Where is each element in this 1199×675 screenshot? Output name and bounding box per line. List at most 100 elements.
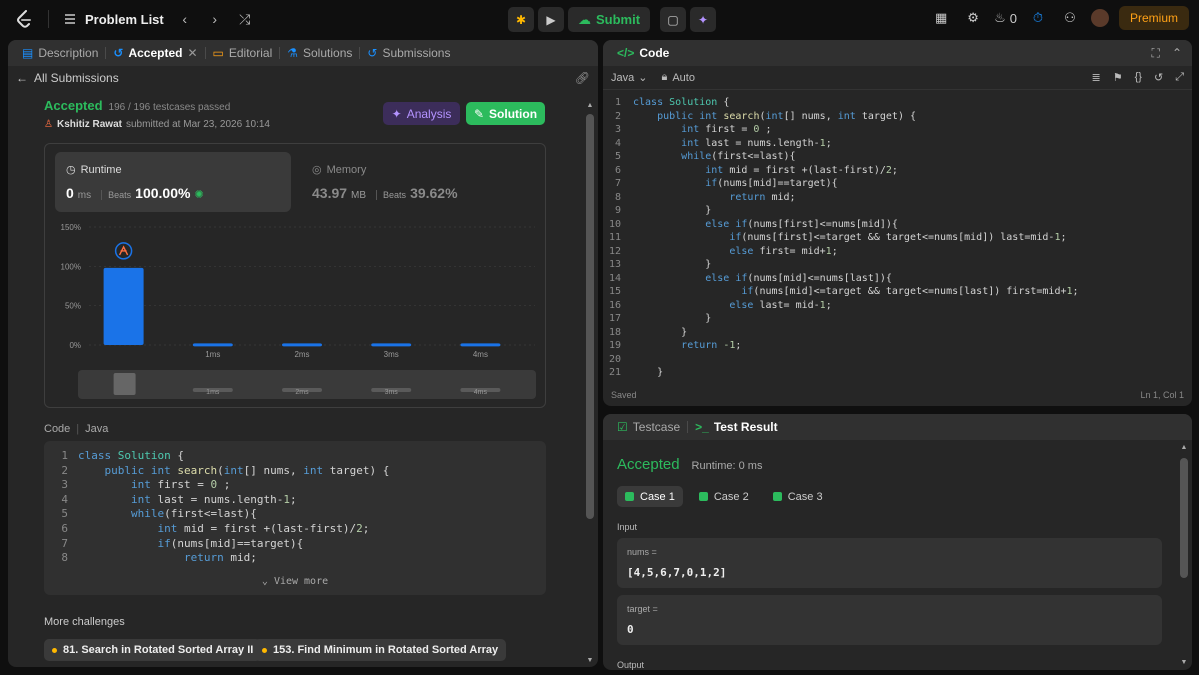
- timer-icon[interactable]: ⏱: [1027, 6, 1049, 30]
- code-line: 4 int last = nums.length-1;: [44, 493, 546, 508]
- code-line: 17 }: [603, 312, 1192, 326]
- streak-counter[interactable]: ♨ 0: [994, 6, 1017, 30]
- party-icon: ✺: [194, 189, 204, 201]
- all-submissions-link[interactable]: ← All Submissions 🔗︎: [8, 66, 598, 90]
- divider: [204, 47, 206, 59]
- code-title: Code: [639, 46, 670, 60]
- notes-button[interactable]: ▢: [660, 7, 687, 32]
- line-number: 16: [608, 299, 621, 311]
- scroll-up-icon[interactable]: ▲: [1180, 444, 1188, 451]
- language-value: Java: [611, 71, 635, 84]
- input-box[interactable]: target = 0: [617, 595, 1162, 645]
- line-text: }: [633, 326, 688, 338]
- reset-icon[interactable]: ↺: [1154, 71, 1163, 84]
- overview-bar: [113, 373, 136, 395]
- fullscreen-icon[interactable]: ⤢: [1175, 71, 1184, 84]
- run-button[interactable]: ▶: [538, 7, 564, 32]
- input-label: Input: [617, 522, 638, 532]
- layout-icon[interactable]: ▦: [930, 6, 952, 30]
- braces-icon[interactable]: {}: [1135, 71, 1142, 84]
- debug-button[interactable]: ✱: [508, 7, 534, 32]
- runtime-card[interactable]: ◷ Runtime 0 ms Beats 100.00% ✺: [55, 152, 291, 212]
- submit-button[interactable]: ☁ Submit: [568, 7, 651, 32]
- code-editor-panel: </> Code ⛶ ⌃ Java ⌄ 🔒︎ Auto ≣ ⚑ {} ↺ ⤢ 1…: [603, 40, 1192, 406]
- line-number: 7: [614, 178, 621, 189]
- case-tab[interactable]: Case 3: [765, 486, 831, 507]
- line-number: 3: [614, 124, 621, 135]
- language-select[interactable]: Java ⌄: [611, 71, 647, 85]
- chart-bar: [371, 343, 412, 347]
- scroll-thumb[interactable]: [1180, 458, 1188, 578]
- result-status: Accepted: [617, 456, 680, 473]
- scroll-up-icon[interactable]: ▲: [586, 102, 594, 109]
- input-value: 0: [627, 623, 634, 636]
- code-line: 7 if(nums[mid]==target){: [44, 537, 546, 552]
- bookmark-icon[interactable]: ⚑: [1113, 71, 1123, 84]
- challenge-chip[interactable]: 81. Search in Rotated Sorted Array II: [44, 639, 262, 661]
- runtime-value-row: 0 ms Beats 100.00% ✺: [66, 185, 204, 201]
- runtime-title: Runtime: [80, 163, 122, 176]
- link-icon[interactable]: 🔗︎: [575, 71, 590, 85]
- line-number: 11: [608, 232, 621, 243]
- username[interactable]: Kshitiz Rawat: [57, 119, 122, 130]
- auto-mode[interactable]: 🔒︎ Auto: [661, 71, 695, 84]
- premium-button[interactable]: Premium: [1118, 6, 1189, 30]
- avatar[interactable]: [1090, 9, 1109, 27]
- case-tab[interactable]: Case 2: [691, 486, 757, 507]
- tab-test-result[interactable]: >_ Test Result: [691, 420, 781, 434]
- tab-description[interactable]: ▤ Description: [18, 46, 102, 60]
- line-text: if(nums[mid]<=target && target<=nums[las…: [741, 286, 1079, 297]
- x-tick-label: 1ms: [205, 350, 220, 359]
- format-icon[interactable]: ≣: [1092, 71, 1101, 84]
- tab-editorial[interactable]: ▭ Editorial: [209, 46, 277, 60]
- scrollbar[interactable]: ▲ ▼: [586, 102, 594, 664]
- back-label: All Submissions: [34, 71, 119, 85]
- history-icon: ↺: [367, 46, 378, 60]
- tab-code[interactable]: </> Code: [613, 46, 673, 60]
- gear-icon[interactable]: ⚙: [962, 6, 984, 30]
- scroll-thumb[interactable]: [586, 114, 594, 519]
- add-user-icon[interactable]: ⚇: [1059, 6, 1081, 30]
- code-editor[interactable]: 1 class Solution {2 public int search(int…: [603, 90, 1192, 386]
- tab-submissions[interactable]: ↺ Submissions: [363, 46, 454, 60]
- view-more-button[interactable]: ⌄ View more: [44, 576, 546, 587]
- code-line: 5 while(first<=last){: [44, 507, 546, 522]
- chart-bar: [460, 343, 501, 347]
- editor-status-bar: Saved Ln 1, Col 1: [611, 390, 1184, 400]
- memory-unit: MB: [351, 190, 367, 201]
- ai-button[interactable]: ✦: [690, 7, 717, 32]
- chevron-right-icon[interactable]: ›: [206, 11, 224, 27]
- line-text: int last = nums.length-1;: [130, 492, 297, 506]
- divider: [279, 47, 281, 59]
- collapse-icon[interactable]: ⌃: [1172, 46, 1182, 61]
- saved-status: Saved: [611, 390, 637, 400]
- tab-testcase[interactable]: ☑ Testcase: [613, 420, 684, 434]
- solution-button[interactable]: ✎ Solution: [466, 102, 545, 125]
- leetcode-logo-icon[interactable]: [14, 9, 34, 29]
- line-number: 18: [608, 326, 621, 338]
- terminal-icon: >_: [695, 420, 709, 434]
- input-box[interactable]: nums = [4,5,6,7,0,1,2]: [617, 538, 1162, 588]
- line-text: public int search(int[] nums, int target…: [104, 463, 390, 477]
- play-icon: ▶: [546, 12, 556, 27]
- problem-list-button[interactable]: Problem List: [63, 12, 164, 27]
- line-number: 17: [608, 313, 621, 324]
- scrollbar[interactable]: ▲ ▼: [1180, 444, 1188, 666]
- scroll-down-icon[interactable]: ▼: [586, 657, 594, 664]
- divider: [359, 47, 361, 59]
- input-value: [4,5,6,7,0,1,2]: [627, 566, 727, 579]
- divider: [687, 421, 689, 433]
- tab-solutions[interactable]: ⚗ Solutions: [283, 46, 356, 60]
- case-tab[interactable]: Case 1: [617, 486, 683, 507]
- challenge-chip[interactable]: 153. Find Minimum in Rotated Sorted Arra…: [254, 639, 507, 661]
- line-text: int last = nums.length-1;: [681, 137, 832, 149]
- close-icon[interactable]: ✕: [187, 46, 197, 60]
- memory-label[interactable]: ◎ Memory: [312, 163, 366, 177]
- scroll-down-icon[interactable]: ▼: [1180, 659, 1188, 666]
- checkbox-icon: ☑: [617, 420, 628, 434]
- chevron-left-icon[interactable]: ‹: [176, 11, 194, 27]
- maximize-icon[interactable]: ⛶: [1152, 46, 1160, 61]
- shuffle-icon[interactable]: ⤮: [236, 11, 254, 28]
- tab-accepted[interactable]: ↺ Accepted ✕: [109, 46, 201, 60]
- analysis-button[interactable]: ✦ Analysis: [383, 102, 460, 125]
